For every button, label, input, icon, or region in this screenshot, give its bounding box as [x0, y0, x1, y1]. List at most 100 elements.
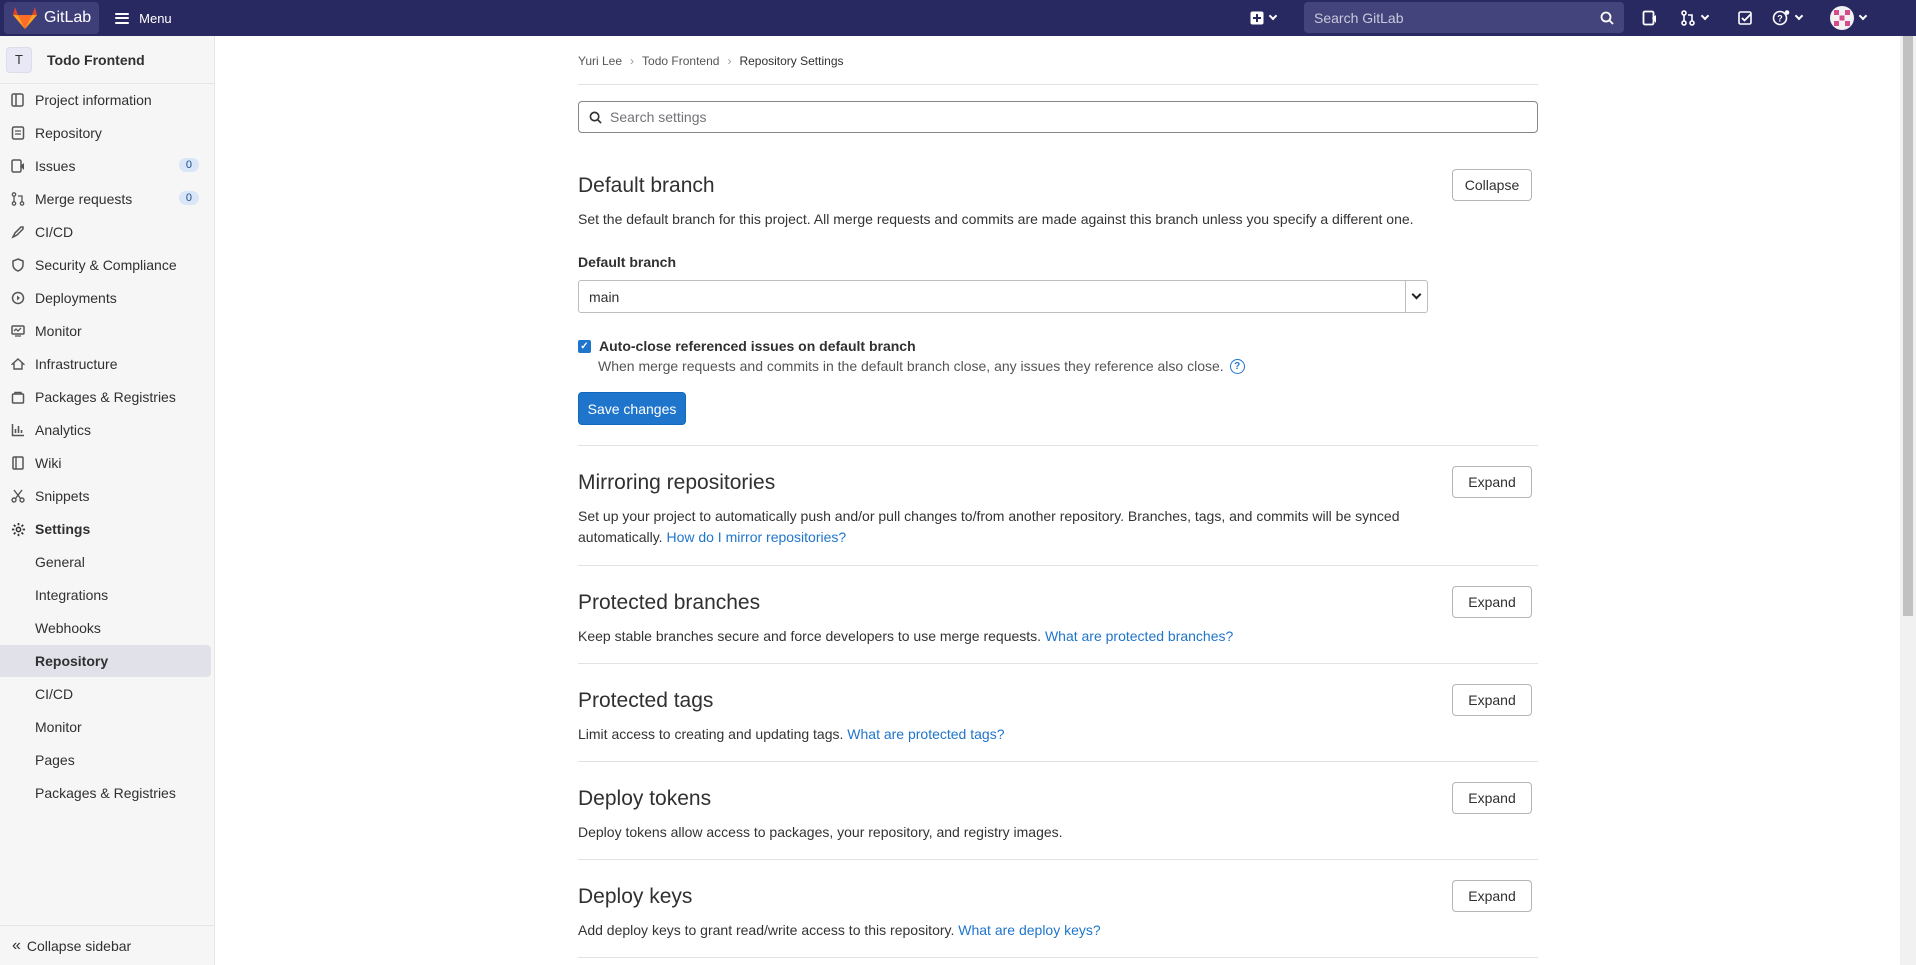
book-icon: [10, 455, 26, 471]
expand-protected-branches-button[interactable]: Expand: [1452, 586, 1532, 618]
chevron-down-icon: [1700, 11, 1710, 21]
sidebar-subitem-label: Webhooks: [35, 620, 101, 636]
scissors-icon: [10, 488, 26, 504]
sidebar-item-label: Snippets: [35, 488, 90, 504]
section-description-protected-tags: Limit access to creating and updating ta…: [578, 724, 1004, 745]
settings-search[interactable]: [578, 101, 1538, 133]
sidebar-subitem-repository[interactable]: Repository: [0, 645, 211, 677]
new-item-dropdown[interactable]: [1250, 0, 1278, 36]
todos-nav-button[interactable]: [1738, 0, 1753, 36]
divider: [578, 565, 1538, 566]
page-scrollbar[interactable]: [1900, 36, 1916, 965]
section-description-default-branch: Set the default branch for this project.…: [578, 211, 1414, 227]
breadcrumb-item-user[interactable]: Yuri Lee: [578, 54, 622, 68]
collapse-sidebar-button[interactable]: « Collapse sidebar: [0, 925, 215, 965]
save-changes-button[interactable]: Save changes: [578, 392, 686, 425]
gitlab-logo-icon: [13, 7, 37, 29]
sidebar-item-cicd[interactable]: CI/CD: [0, 216, 211, 248]
collapse-button[interactable]: Collapse: [1452, 169, 1532, 201]
dropdown-toggle[interactable]: [1405, 281, 1427, 312]
section-description-deploy-tokens: Deploy tokens allow access to packages, …: [578, 824, 1063, 840]
auto-close-help-text: When merge requests and commits in the d…: [598, 358, 1245, 374]
issues-nav-button[interactable]: [1642, 0, 1658, 36]
sidebar-item-repository[interactable]: Repository: [0, 117, 211, 149]
sidebar-item-wiki[interactable]: Wiki: [0, 447, 211, 479]
sidebar-subitem-packages-registries[interactable]: Packages & Registries: [0, 777, 211, 809]
global-search[interactable]: [1304, 2, 1624, 33]
hamburger-icon: [115, 12, 130, 24]
double-chevron-left-icon: «: [12, 936, 21, 954]
section-description-deploy-keys: Add deploy keys to grant read/write acce…: [578, 920, 1101, 941]
sidebar-subitem-general[interactable]: General: [0, 546, 211, 578]
expand-protected-tags-button[interactable]: Expand: [1452, 684, 1532, 716]
menu-button[interactable]: Menu: [115, 11, 172, 26]
scrollbar-thumb[interactable]: [1903, 36, 1913, 616]
sidebar-subitem-monitor[interactable]: Monitor: [0, 711, 211, 743]
chevron-down-icon: [1411, 289, 1422, 300]
sidebar-subitem-label: Integrations: [35, 587, 109, 603]
sidebar-item-packages-registries[interactable]: Packages & Registries: [0, 381, 211, 413]
sidebar-subitem-pages[interactable]: Pages: [0, 744, 211, 776]
protected-branches-help-link[interactable]: What are protected branches?: [1045, 628, 1233, 644]
settings-search-input[interactable]: [610, 109, 1537, 125]
brand-name: GitLab: [44, 9, 92, 26]
sidebar-item-merge-requests[interactable]: Merge requests 0: [0, 183, 211, 215]
section-description-mirroring: Set up your project to automatically pus…: [578, 506, 1400, 548]
sidebar-item-project-information[interactable]: Project information: [0, 84, 211, 116]
expand-deploy-tokens-button[interactable]: Expand: [1452, 782, 1532, 814]
protected-tags-help-link[interactable]: What are protected tags?: [847, 726, 1004, 742]
sidebar-subitem-cicd[interactable]: CI/CD: [0, 678, 211, 710]
breadcrumb-item-project[interactable]: Todo Frontend: [642, 54, 719, 68]
sidebar-subitem-integrations[interactable]: Integrations: [0, 579, 211, 611]
section-title-protected-branches: Protected branches: [578, 591, 761, 614]
menu-label: Menu: [139, 10, 172, 26]
default-branch-select[interactable]: main: [578, 280, 1428, 313]
sidebar-item-security-compliance[interactable]: Security & Compliance: [0, 249, 211, 281]
question-circle-icon[interactable]: ?: [1229, 358, 1245, 374]
sidebar-subitem-label: Packages & Registries: [35, 785, 176, 801]
sidebar-item-monitor[interactable]: Monitor: [0, 315, 211, 347]
sidebar-item-snippets[interactable]: Snippets: [0, 480, 211, 512]
chevron-down-icon: [1268, 11, 1278, 21]
sidebar-subitem-label: Pages: [35, 752, 75, 768]
expand-deploy-keys-button[interactable]: Expand: [1452, 880, 1532, 912]
sidebar-item-issues[interactable]: Issues 0: [0, 150, 211, 182]
expand-mirroring-button[interactable]: Expand: [1452, 466, 1532, 498]
gitlab-home-link[interactable]: GitLab: [4, 2, 100, 34]
sidebar-project-header[interactable]: T Todo Frontend: [0, 36, 214, 84]
breadcrumb-separator-icon: ›: [727, 54, 732, 68]
help-dropdown[interactable]: ?: [1772, 0, 1804, 36]
sidebar-item-settings[interactable]: Settings: [0, 513, 211, 545]
plus-square-icon: [1250, 11, 1264, 25]
breadcrumb-item-current[interactable]: Repository Settings: [739, 54, 843, 68]
section-title-deploy-tokens: Deploy tokens: [578, 787, 712, 810]
deploy-keys-help-link[interactable]: What are deploy keys?: [958, 922, 1100, 938]
auto-close-help: When merge requests and commits in the d…: [598, 358, 1224, 374]
divider: [578, 761, 1538, 762]
sidebar-item-label: Settings: [35, 521, 91, 537]
mirroring-description-2: automatically.: [578, 529, 663, 545]
merge-requests-count-badge: 0: [178, 191, 199, 205]
sidebar-subitem-webhooks[interactable]: Webhooks: [0, 612, 211, 644]
user-menu[interactable]: [1830, 0, 1868, 36]
info-doc-icon: [10, 92, 26, 108]
auto-close-checkbox-row[interactable]: ✓ Auto-close referenced issues on defaul…: [578, 338, 916, 354]
top-navbar: GitLab Menu ?: [0, 0, 1916, 36]
deploy-keys-description: Add deploy keys to grant read/write acce…: [578, 922, 955, 938]
sidebar-item-infrastructure[interactable]: Infrastructure: [0, 348, 211, 380]
mirroring-help-link[interactable]: How do I mirror repositories?: [666, 529, 846, 545]
section-description-protected-branches: Keep stable branches secure and force de…: [578, 626, 1233, 647]
section-title-deploy-keys: Deploy keys: [578, 885, 693, 908]
divider: [578, 84, 1538, 85]
search-icon: [1600, 11, 1614, 25]
sidebar-item-label: Security & Compliance: [35, 257, 177, 273]
sidebar-item-analytics[interactable]: Analytics: [0, 414, 211, 446]
auto-close-checkbox[interactable]: ✓: [578, 339, 591, 353]
collapse-sidebar-label: Collapse sidebar: [26, 937, 132, 954]
todo-check-icon: [1738, 10, 1752, 25]
global-search-input[interactable]: [1314, 9, 1600, 26]
project-sidebar: T Todo Frontend Project information Repo…: [0, 36, 215, 965]
merge-requests-nav-button[interactable]: [1680, 0, 1710, 36]
sidebar-item-deployments[interactable]: Deployments: [0, 282, 211, 314]
sidebar-item-label: Analytics: [35, 422, 92, 438]
